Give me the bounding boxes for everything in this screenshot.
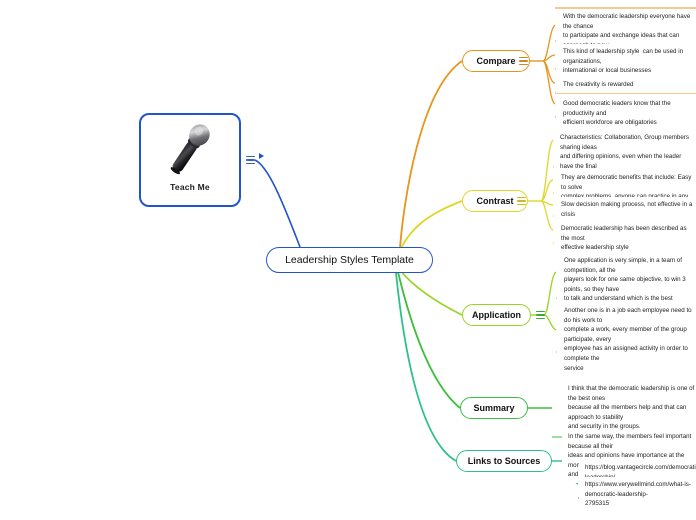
root-node[interactable]: Leadership Styles Template [266,247,433,273]
branch-application[interactable]: Application [462,304,531,326]
branch-summary-label: Summary [473,403,515,413]
branch-application-label: Application [472,310,521,320]
image-node-arrow-icon [259,153,264,159]
image-node[interactable]: Teach Me [139,113,241,207]
leaf-compare-4[interactable]: Good democratic leaders know that the pr… [556,96,696,131]
image-node-toggle[interactable] [246,156,255,164]
image-node-caption: Teach Me [170,182,210,192]
leaf-compare-3[interactable]: The creativity is rewarded [556,77,696,93]
microphone-image [142,115,238,181]
branch-compare-label: Compare [476,56,516,66]
branch-links-to-sources[interactable]: Links to Sources [456,450,552,472]
leaf-link-2[interactable]: https://www.verywellmind.com/what-is-dem… [579,477,696,512]
leaf-contrast-4[interactable]: Democratic leadership has been described… [554,221,696,256]
leaf-contrast-3[interactable]: Slow decision making process, not effect… [554,197,696,223]
branch-compare-toggle[interactable] [519,57,528,65]
branch-summary[interactable]: Summary [460,397,528,419]
branch-contrast-label: Contrast [476,196,514,206]
leaf-application-2[interactable]: Another one is in a job each employee ne… [557,303,696,377]
mindmap-canvas: Teach Me Leadership Styles Template Comp… [0,0,696,520]
root-node-label: Leadership Styles Template [285,254,414,266]
branch-links-label: Links to Sources [467,456,541,466]
branch-contrast-toggle[interactable] [517,197,526,205]
leaf-compare-2[interactable]: This kind of leadership style can be use… [556,44,696,79]
branch-application-toggle[interactable] [536,311,545,319]
